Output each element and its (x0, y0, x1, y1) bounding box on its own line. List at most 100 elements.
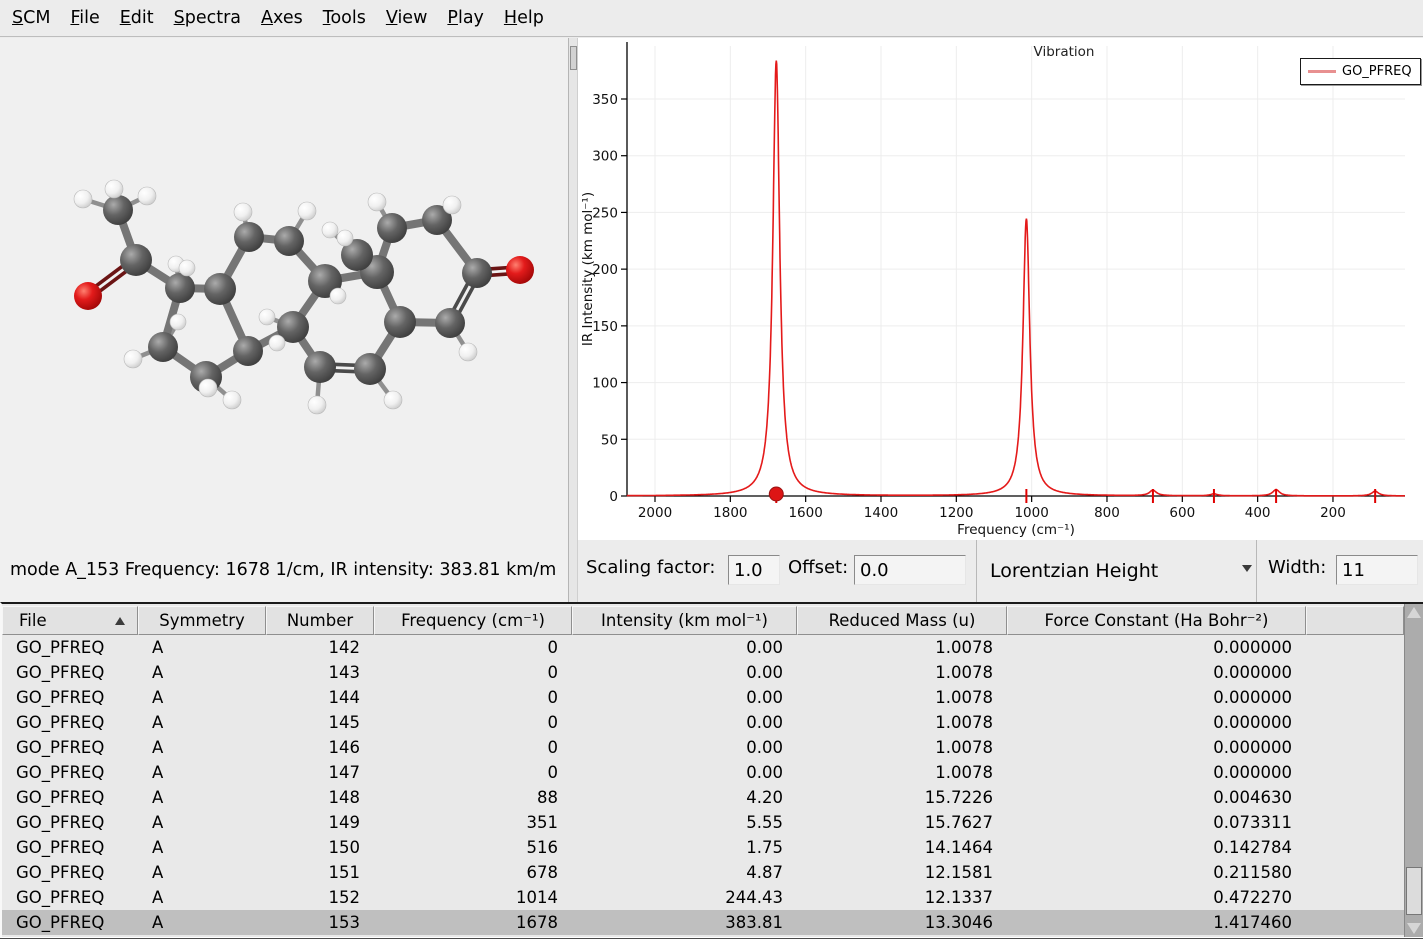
cell[interactable]: A (138, 813, 266, 832)
table-header-symmetry[interactable]: Symmetry (138, 606, 266, 635)
menu-item-edit[interactable]: Edit (113, 8, 161, 28)
cell[interactable]: GO_PFREQ (2, 788, 138, 807)
cell[interactable]: A (138, 863, 266, 882)
cell[interactable]: 0.00 (572, 638, 797, 657)
cell[interactable]: A (138, 913, 266, 932)
cell[interactable]: A (138, 663, 266, 682)
table-row-mode-144[interactable]: GO_PFREQA14400.001.00780.000000 (2, 685, 1423, 710)
cell[interactable]: 1.0078 (797, 638, 1007, 657)
menu-item-play[interactable]: Play (440, 8, 491, 28)
cell[interactable]: 0 (374, 763, 572, 782)
cell[interactable]: 1.0078 (797, 713, 1007, 732)
cell[interactable]: 383.81 (572, 913, 797, 932)
table-scrollbar[interactable] (1404, 604, 1423, 937)
panel-scrollbar[interactable] (568, 38, 578, 602)
cell[interactable]: 4.87 (572, 863, 797, 882)
cell[interactable]: 0.000000 (1007, 638, 1306, 657)
cell[interactable]: 1678 (374, 913, 572, 932)
cell[interactable]: 244.43 (572, 888, 797, 907)
cell[interactable]: A (138, 638, 266, 657)
cell[interactable]: GO_PFREQ (2, 763, 138, 782)
cell[interactable]: 152 (266, 888, 374, 907)
cell[interactable]: 0.211580 (1007, 863, 1306, 882)
menu-item-scm[interactable]: SCM (5, 8, 57, 28)
cell[interactable]: GO_PFREQ (2, 713, 138, 732)
cell[interactable]: 0.000000 (1007, 738, 1306, 757)
cell[interactable]: 153 (266, 913, 374, 932)
offset-input[interactable] (854, 555, 966, 585)
panel-scrollbar-thumb[interactable] (570, 46, 577, 70)
table-header-number[interactable]: Number (266, 606, 374, 635)
cell[interactable]: 1.417460 (1007, 913, 1306, 932)
cell[interactable]: GO_PFREQ (2, 813, 138, 832)
cell[interactable]: GO_PFREQ (2, 663, 138, 682)
scroll-down-button[interactable] (1406, 920, 1422, 936)
table-header-frequency[interactable]: Frequency (cm⁻¹) (374, 606, 572, 635)
cell[interactable]: 0.004630 (1007, 788, 1306, 807)
table-header-force[interactable]: Force Constant (Ha Bohr⁻²) (1007, 606, 1306, 635)
molecule-viewer[interactable] (0, 38, 568, 552)
cell[interactable]: A (138, 788, 266, 807)
cell[interactable]: GO_PFREQ (2, 863, 138, 882)
cell[interactable]: 147 (266, 763, 374, 782)
menu-item-spectra[interactable]: Spectra (167, 8, 248, 28)
cell[interactable]: 88 (374, 788, 572, 807)
table-row-mode-152[interactable]: GO_PFREQA1521014244.4312.13370.472270 (2, 885, 1423, 910)
table-row-mode-153[interactable]: GO_PFREQA1531678383.8113.30461.417460 (2, 910, 1423, 935)
cell[interactable]: A (138, 838, 266, 857)
table-row-mode-146[interactable]: GO_PFREQA14600.001.00780.000000 (2, 735, 1423, 760)
width-input[interactable] (1336, 555, 1418, 585)
cell[interactable]: 142 (266, 638, 374, 657)
cell[interactable]: 148 (266, 788, 374, 807)
cell[interactable]: A (138, 688, 266, 707)
cell[interactable]: 15.7226 (797, 788, 1007, 807)
cell[interactable]: 0.472270 (1007, 888, 1306, 907)
cell[interactable]: 12.1581 (797, 863, 1007, 882)
table-row-mode-147[interactable]: GO_PFREQA14700.001.00780.000000 (2, 760, 1423, 785)
cell[interactable]: 1.0078 (797, 763, 1007, 782)
table-row-mode-149[interactable]: GO_PFREQA1493515.5515.76270.073311 (2, 810, 1423, 835)
cell[interactable]: GO_PFREQ (2, 738, 138, 757)
table-header-reduced[interactable]: Reduced Mass (u) (797, 606, 1007, 635)
table-row-mode-151[interactable]: GO_PFREQA1516784.8712.15810.211580 (2, 860, 1423, 885)
cell[interactable]: A (138, 888, 266, 907)
cell[interactable]: 0 (374, 688, 572, 707)
cell[interactable]: GO_PFREQ (2, 638, 138, 657)
cell[interactable]: 0.00 (572, 763, 797, 782)
cell[interactable]: 151 (266, 863, 374, 882)
cell[interactable]: 0.00 (572, 738, 797, 757)
menu-item-help[interactable]: Help (497, 8, 551, 28)
menu-item-file[interactable]: File (63, 8, 106, 28)
cell[interactable]: A (138, 738, 266, 757)
cell[interactable]: GO_PFREQ (2, 913, 138, 932)
table-row-mode-143[interactable]: GO_PFREQA14300.001.00780.000000 (2, 660, 1423, 685)
menu-item-view[interactable]: View (379, 8, 435, 28)
cell[interactable]: 1.75 (572, 838, 797, 857)
cell[interactable]: 150 (266, 838, 374, 857)
cell[interactable]: A (138, 763, 266, 782)
cell[interactable]: GO_PFREQ (2, 688, 138, 707)
cell[interactable]: 0.00 (572, 663, 797, 682)
cell[interactable]: 351 (374, 813, 572, 832)
table-header-intensity[interactable]: Intensity (km mol⁻¹) (572, 606, 797, 635)
cell[interactable]: 13.3046 (797, 913, 1007, 932)
table-row-mode-150[interactable]: GO_PFREQA1505161.7514.14640.142784 (2, 835, 1423, 860)
cell[interactable]: 0.000000 (1007, 688, 1306, 707)
cell[interactable]: 0 (374, 738, 572, 757)
table-row-mode-148[interactable]: GO_PFREQA148884.2015.72260.004630 (2, 785, 1423, 810)
combobox-dropdown-icon[interactable] (1242, 565, 1252, 572)
cell[interactable]: 15.7627 (797, 813, 1007, 832)
cell[interactable]: 1.0078 (797, 688, 1007, 707)
spectrum-plot[interactable]: 0501001502002503003502000180016001400120… (578, 38, 1423, 540)
cell[interactable]: GO_PFREQ (2, 838, 138, 857)
line-shape-combobox[interactable]: Lorentzian Height (982, 552, 1250, 590)
cell[interactable]: 0.00 (572, 713, 797, 732)
cell[interactable]: 144 (266, 688, 374, 707)
cell[interactable]: 0.000000 (1007, 763, 1306, 782)
cell[interactable]: 0.000000 (1007, 663, 1306, 682)
menu-item-axes[interactable]: Axes (254, 8, 310, 28)
cell[interactable]: 12.1337 (797, 888, 1007, 907)
menu-item-tools[interactable]: Tools (316, 8, 373, 28)
cell[interactable]: 0.142784 (1007, 838, 1306, 857)
table-scrollbar-thumb[interactable] (1406, 867, 1422, 915)
